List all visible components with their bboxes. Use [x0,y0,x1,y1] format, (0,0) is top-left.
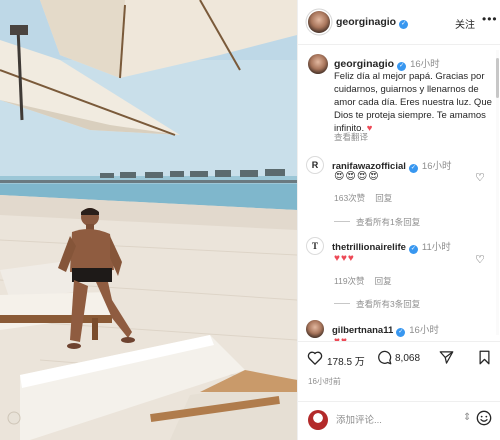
comment-likes[interactable]: 163次赞 [334,193,365,203]
current-user-avatar[interactable] [308,410,328,430]
scrollbar-thumb[interactable] [496,58,499,98]
like-count[interactable]: 178.5 万 [327,353,365,368]
post-actions: 178.5 万 8,068 16小时前 [298,341,500,401]
caption-text-block: Feliz día al mejor papá. Gracias por cui… [334,70,492,135]
emoji-icon[interactable] [476,410,492,426]
comment-composer: ⇕ [298,401,500,440]
verified-badge-icon: ✓ [408,164,418,173]
more-icon[interactable]: ••• [482,12,498,26]
caption-time: 16小时 [410,59,440,70]
post-photo [0,0,297,440]
verified-badge-icon: ✓ [408,245,418,254]
comment-username-row: thetrillionairelife ✓ 11小时 [332,239,451,254]
like-heart-icon[interactable] [307,350,323,365]
add-comment-input[interactable] [336,412,446,428]
post-time[interactable]: 16小时前 [308,376,341,387]
verified-badge-icon: ✓ [396,328,406,337]
sort-arrows-icon[interactable]: ⇕ [463,412,471,423]
beach-photo-illustration [0,0,297,440]
commenter-avatar[interactable] [306,320,324,338]
see-translation-link[interactable]: 查看翻译 [334,131,368,143]
comment-likes[interactable]: 119次赞 [334,276,365,286]
comment-count[interactable]: 8,068 [395,353,420,364]
reply-button[interactable]: 回复 [375,193,392,203]
share-icon[interactable] [439,350,454,365]
commenter-avatar[interactable]: R [306,156,324,174]
comment-meta: 163次赞 回复 [334,192,402,204]
like-comment-heart-icon[interactable]: ♡ [475,171,485,184]
caption-text: Feliz día al mejor papá. Gracias por cui… [334,71,492,134]
comment-username[interactable]: thetrillionairelife [332,242,406,253]
comment-time: 11小时 [421,242,451,253]
reply-button[interactable]: 回复 [375,276,392,286]
author-username[interactable]: georginagio [336,16,396,28]
author-username-row: georginagio ✓ [336,16,409,29]
comment-text: ♥♥♥ [334,253,355,264]
comment-meta: 119次赞 回复 [334,275,402,287]
like-comment-heart-icon[interactable]: ♡ [475,253,485,266]
verified-badge-icon: ✓ [399,20,409,29]
comment-time: 16小时 [421,161,452,172]
comment-icon[interactable] [377,350,392,365]
view-replies-link[interactable]: 查看所有1条回复 [334,216,420,228]
comments-section[interactable]: georginagio ✓ 16小时 Feliz día al mejor papá… [298,46,500,341]
save-bookmark-icon[interactable] [478,350,491,365]
comment-time: 16小时 [409,325,439,336]
post-side-panel: georginagio ✓ 关注 ••• georginagio ✓ 16小时 Fel… [297,0,500,440]
commenter-avatar[interactable]: T [306,237,324,255]
comment-username-row: gilbertnana11 ✓ 16小时 [332,322,439,337]
follow-button[interactable]: 关注 [455,16,475,31]
post-header: georginagio ✓ 关注 ••• [298,0,500,45]
view-replies-link[interactable]: 查看所有3条回复 [334,298,420,310]
caption-header: georginagio ✓ 16小时 [334,56,440,71]
comment-text: 😍😍😍😍 [334,171,380,182]
caption-avatar[interactable] [308,54,328,74]
caption-username[interactable]: georginagio [334,58,394,70]
author-avatar[interactable] [308,11,330,33]
comment-username[interactable]: gilbertnana11 [332,325,393,336]
